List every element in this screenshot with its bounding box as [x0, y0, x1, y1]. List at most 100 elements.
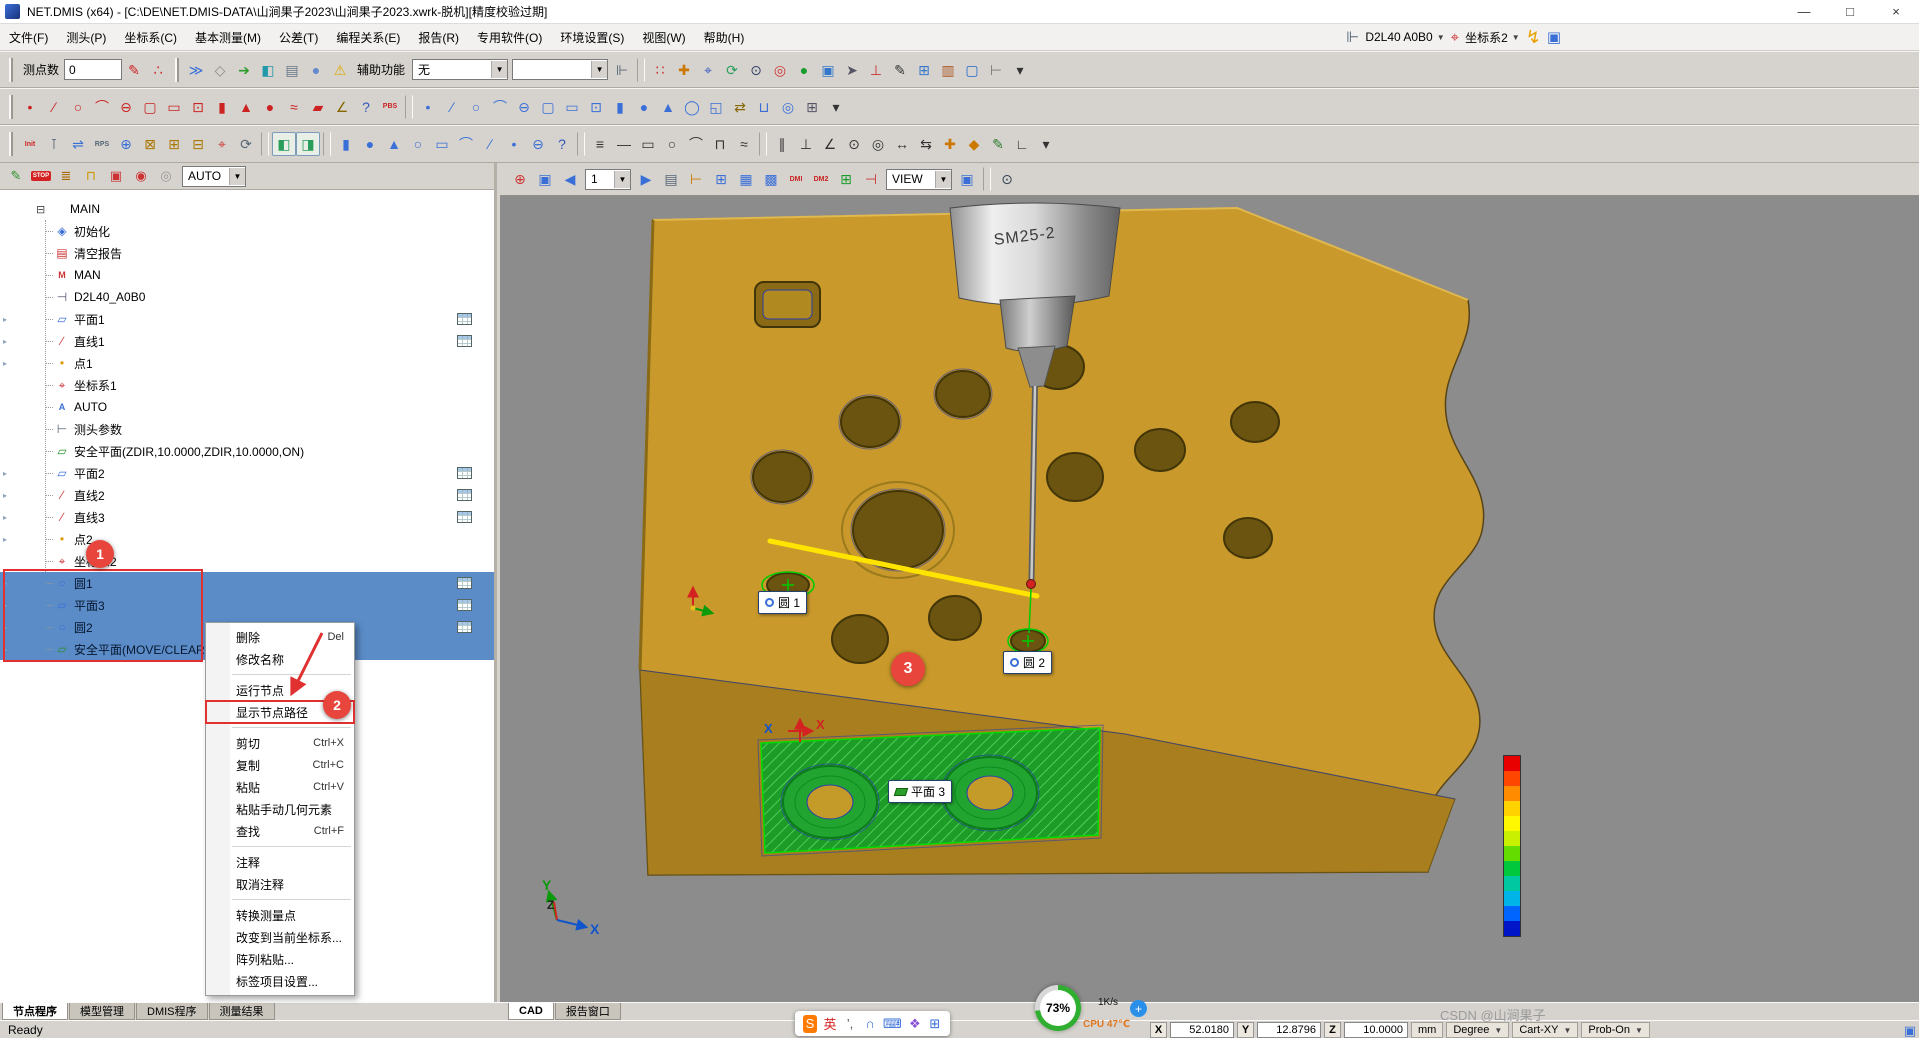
context-menu-item[interactable]: 标签项目设置... [206, 970, 354, 992]
lock-plane-icon[interactable]: ⊠ [138, 132, 162, 156]
context-menu-item[interactable]: 取消注释 [206, 873, 354, 895]
toolbar-separator[interactable] [261, 132, 269, 156]
menu-item[interactable]: 视图(W) [633, 24, 694, 50]
rps-align-icon[interactable]: RPS [90, 132, 114, 156]
curve-2d-icon[interactable]: ≈ [732, 132, 756, 156]
result-table-icon[interactable] [457, 335, 472, 347]
circle2-label[interactable]: 圆 2 [1003, 651, 1053, 674]
green-sphere-icon[interactable]: ● [792, 58, 816, 82]
tree-node[interactable]: ▸ ▱ 平面3 [0, 594, 494, 616]
arc-blue-icon[interactable]: ⌒ [488, 95, 512, 119]
probe-config-icon[interactable]: ⊢ [984, 58, 1008, 82]
iterate-align-icon[interactable]: ⊕ [114, 132, 138, 156]
probe-axis-icon[interactable]: ⌖ [210, 132, 234, 156]
move-element-icon[interactable]: ✚ [672, 58, 696, 82]
init-align-icon[interactable]: Init [18, 132, 42, 156]
tree-node[interactable]: ▸ ∕ 直线3 [0, 506, 494, 528]
auto-point-icon[interactable]: • [502, 132, 526, 156]
save-layout-icon[interactable]: ▣ [955, 167, 979, 191]
result-table-icon[interactable] [457, 511, 472, 523]
close-button[interactable]: × [1873, 0, 1919, 23]
panel-tab[interactable]: 节点程序 [2, 1003, 68, 1020]
auto-line-icon[interactable]: ∕ [478, 132, 502, 156]
panel-tab[interactable]: 模型管理 [69, 1003, 135, 1020]
auto-ellipse-icon[interactable]: ⊖ [526, 132, 550, 156]
magnifier-icon[interactable]: ⊙ [744, 58, 768, 82]
overlay-view-icon[interactable]: ▩ [759, 167, 783, 191]
save-view-icon[interactable]: ▣ [533, 167, 557, 191]
screen-capture-icon[interactable]: ▣ [816, 58, 840, 82]
locate-axes-icon[interactable]: ⌖ [696, 58, 720, 82]
tree-node[interactable]: ▸ ∕ 直线1 [0, 330, 494, 352]
annotate-pen-icon[interactable]: ✎ [888, 58, 912, 82]
probe-change-icon[interactable]: ⊢ [684, 167, 708, 191]
line-2d-icon[interactable]: — [612, 132, 636, 156]
new-report-icon[interactable]: ▤ [659, 167, 683, 191]
tree-node[interactable]: ◈ 初始化 [0, 220, 494, 242]
ime-toolbox-icon[interactable]: ⊞ [928, 1015, 942, 1033]
toolbar-separator[interactable] [983, 167, 991, 191]
program-list-icon[interactable]: ≣ [55, 165, 77, 187]
union-icon[interactable]: ⊔ [752, 95, 776, 119]
line-red-icon[interactable]: ∕ [42, 95, 66, 119]
units-box[interactable]: mm [1411, 1022, 1444, 1038]
menu-item[interactable]: 帮助(H) [695, 24, 754, 50]
report-doc-icon[interactable]: ▤ [280, 58, 304, 82]
point-red-icon[interactable]: • [18, 95, 42, 119]
cone-red-icon[interactable]: ▲ [234, 95, 258, 119]
coord-transform-icon[interactable]: ⇌ [66, 132, 90, 156]
aux-function-combo[interactable]: 无 ▼ [412, 59, 509, 80]
toolbar-grip[interactable] [9, 94, 13, 119]
cad-viewport[interactable]: ⊕ ▣ ◀ 1 ▼ ▶ ▤ ⊢ ⊞ ▦ ▩ DMI DM2 ⊞ ⊣ VIEW ▼… [500, 163, 1919, 1002]
result-table-icon[interactable] [457, 577, 472, 589]
rotate-view-icon[interactable]: ⟳ [720, 58, 744, 82]
rect-blue-icon[interactable]: ▭ [560, 95, 584, 119]
point-blue-icon[interactable]: • [416, 95, 440, 119]
edit-program-icon[interactable]: ✎ [5, 165, 27, 187]
menu-item[interactable]: 坐标系(C) [115, 24, 186, 50]
pan-view-icon[interactable]: ◧ [272, 132, 296, 156]
aux-param-combo[interactable]: ▼ [512, 59, 609, 80]
menu-item[interactable]: 文件(F) [0, 24, 57, 50]
distance-icon[interactable]: ↔ [890, 132, 914, 156]
toolbar-separator[interactable] [759, 132, 767, 156]
toolbar-grip[interactable] [9, 57, 13, 82]
menu-item[interactable]: 环境设置(S) [551, 24, 633, 50]
more-tools-icon[interactable]: ▾ [1034, 132, 1058, 156]
context-menu-item[interactable]: 粘贴手动几何元素 [206, 798, 354, 820]
viewport-tab[interactable]: 报告窗口 [554, 1003, 621, 1020]
quick-measure-icon[interactable]: ↯ [1526, 27, 1541, 48]
sphere-red-icon[interactable]: ● [258, 95, 282, 119]
probe-mode-combo[interactable]: Prob-On ▼ [1581, 1022, 1650, 1038]
toolbar-separator[interactable] [577, 132, 585, 156]
auto-rect-icon[interactable]: ▭ [430, 132, 454, 156]
cpu-usage-gauge[interactable]: 73% [1035, 985, 1081, 1031]
warning-icon[interactable]: ⚠ [328, 58, 352, 82]
rotate-view-icon[interactable]: ◨ [296, 132, 320, 156]
cone-blue-icon[interactable]: ▲ [656, 95, 680, 119]
datum-icon[interactable]: ∟ [1010, 132, 1034, 156]
coordsys-select-combo[interactable]: 坐标系2 ▼ [1465, 29, 1520, 46]
probe-select-combo[interactable]: D2L40 A0B0 ▼ [1365, 30, 1444, 44]
probe-path-icon[interactable]: ⊕ [508, 167, 532, 191]
machine-monitor-icon[interactable]: ▣ [1904, 1023, 1916, 1038]
menu-item[interactable]: 专用软件(O) [468, 24, 551, 50]
circle-2d-icon[interactable]: ○ [660, 132, 684, 156]
symmetry-icon[interactable]: ⇆ [914, 132, 938, 156]
prev-report-icon[interactable]: ◀ [558, 167, 582, 191]
square-blue-icon[interactable]: ▢ [536, 95, 560, 119]
lock-icon[interactable]: ⊓ [80, 165, 102, 187]
table-view-icon[interactable]: ⊞ [709, 167, 733, 191]
machine-status-icon[interactable]: ▣ [1547, 28, 1561, 46]
menu-item[interactable]: 报告(R) [409, 24, 468, 50]
menu-item[interactable]: 编程关系(E) [327, 24, 409, 50]
tree-node[interactable]: ⊣ D2L40_A0B0 [0, 286, 494, 308]
probe-find-icon[interactable]: ◉ [130, 165, 152, 187]
edit-points-icon[interactable]: ✎ [122, 58, 146, 82]
slot-red-icon[interactable]: ⊡ [186, 95, 210, 119]
graph-view-icon[interactable]: ▦ [734, 167, 758, 191]
context-menu-item[interactable]: 查找 Ctrl+F [206, 820, 354, 842]
point-cloud-icon[interactable]: ∴ [146, 58, 170, 82]
context-menu-item[interactable] [206, 670, 354, 679]
context-menu-item[interactable] [206, 723, 354, 732]
